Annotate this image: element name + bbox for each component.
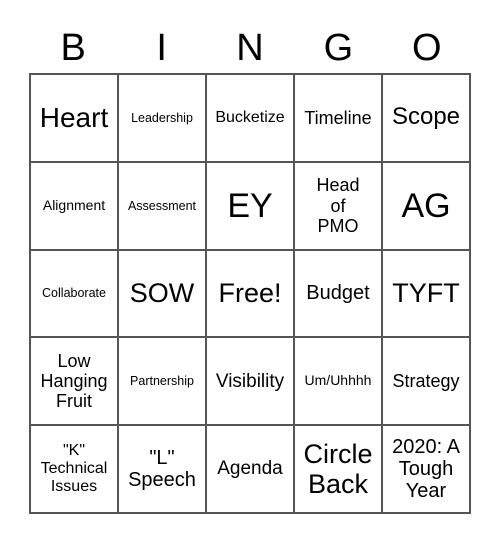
bingo-cell[interactable]: Collaborate bbox=[30, 249, 118, 338]
bingo-cell[interactable]: TYFT bbox=[382, 249, 470, 338]
bingo-cell[interactable]: Um/Uhhhh bbox=[294, 337, 382, 426]
header-letter-o: O bbox=[412, 27, 442, 69]
bingo-cell[interactable]: Bucketize bbox=[206, 74, 294, 162]
header-letter-n: N bbox=[236, 27, 264, 69]
bingo-cell[interactable]: Head of PMO bbox=[294, 161, 382, 250]
bingo-cell[interactable]: Assessment bbox=[118, 161, 206, 250]
bingo-cell[interactable]: Strategy bbox=[382, 337, 470, 426]
bingo-cell[interactable]: Partnership bbox=[118, 337, 206, 426]
bingo-cell[interactable]: 2020: A Tough Year bbox=[382, 425, 470, 513]
bingo-cell[interactable]: Leadership bbox=[118, 74, 206, 162]
bingo-cell[interactable]: AG bbox=[382, 161, 470, 250]
bingo-cell[interactable]: Circle Back bbox=[294, 425, 382, 513]
bingo-cell[interactable]: Scope bbox=[382, 74, 470, 162]
bingo-cell[interactable]: SOW bbox=[118, 249, 206, 338]
bingo-cell[interactable]: Alignment bbox=[30, 161, 118, 250]
bingo-cell[interactable]: EY bbox=[206, 161, 294, 250]
header-letter-g: G bbox=[323, 27, 354, 69]
header-letter-b: B bbox=[60, 27, 86, 69]
bingo-cell[interactable]: Agenda bbox=[206, 425, 294, 513]
bingo-header: B I N G O bbox=[29, 22, 471, 74]
bingo-cell[interactable]: Timeline bbox=[294, 74, 382, 162]
bingo-card: Heart Leadership Bucketize Timeline Scope Ali… bbox=[29, 73, 471, 514]
header-letter-i: I bbox=[156, 27, 167, 69]
bingo-cell[interactable]: Heart bbox=[30, 74, 118, 162]
bingo-cell[interactable]: "L" Speech bbox=[118, 425, 206, 513]
bingo-cell[interactable]: Low Hanging Fruit bbox=[30, 337, 118, 426]
bingo-cell[interactable]: "K" Technical Issues bbox=[30, 425, 118, 513]
bingo-cell[interactable]: Budget bbox=[294, 249, 382, 338]
bingo-cell[interactable]: Visibility bbox=[206, 337, 294, 426]
bingo-cell-free[interactable]: Free! bbox=[206, 249, 294, 338]
